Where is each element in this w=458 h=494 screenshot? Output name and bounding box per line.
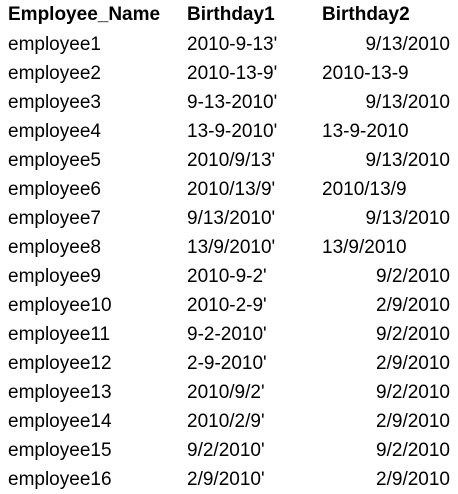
table-row: employee1 2010-9-13' 9/13/2010: [0, 30, 458, 59]
header-birthday1[interactable]: Birthday1: [187, 0, 275, 29]
header-employee-name[interactable]: Employee_Name: [8, 0, 160, 29]
table-row: employee8 13/9/2010' 13/9/2010: [0, 233, 458, 262]
cell-birthday1[interactable]: 2010/9/13': [187, 146, 275, 175]
cell-employee-name[interactable]: employee11: [8, 320, 110, 349]
cell-birthday2[interactable]: 13-9-2010: [322, 117, 450, 146]
cell-birthday1[interactable]: 2010/13/9': [187, 175, 275, 204]
cell-employee-name[interactable]: employee2: [8, 59, 101, 88]
cell-birthday2[interactable]: 13/9/2010: [322, 233, 450, 262]
cell-birthday1[interactable]: 9/13/2010': [187, 204, 275, 233]
cell-employee-name[interactable]: employee13: [8, 378, 112, 407]
cell-birthday1[interactable]: 2010-9-2': [187, 262, 267, 291]
header-row: Employee_Name Birthday1 Birthday2: [0, 0, 458, 29]
cell-birthday1[interactable]: 2/9/2010': [187, 465, 265, 494]
table-row: employee10 2010-2-9' 2/9/2010: [0, 291, 458, 320]
cell-birthday1[interactable]: 2010-13-9': [187, 59, 277, 88]
table-row: employee3 9-13-2010' 9/13/2010: [0, 88, 458, 117]
table-row: employee13 2010/9/2' 9/2/2010: [0, 378, 458, 407]
cell-employee-name[interactable]: employee8: [8, 233, 101, 262]
cell-birthday1[interactable]: 2010-2-9': [187, 291, 267, 320]
table-row: employee11 9-2-2010' 9/2/2010: [0, 320, 458, 349]
cell-employee-name[interactable]: employee4: [8, 117, 101, 146]
cell-birthday2[interactable]: 2010-13-9: [322, 59, 450, 88]
spreadsheet-table: Employee_Name Birthday1 Birthday2 employ…: [0, 0, 458, 494]
table-row: employee16 2/9/2010' 2/9/2010: [0, 465, 458, 494]
cell-birthday2[interactable]: 9/13/2010: [322, 88, 450, 117]
cell-birthday2[interactable]: 9/2/2010: [322, 378, 450, 407]
table-row: employee6 2010/13/9' 2010/13/9: [0, 175, 458, 204]
cell-birthday1[interactable]: 2010/9/2': [187, 378, 265, 407]
cell-birthday1[interactable]: 2010/2/9': [187, 407, 265, 436]
table-row: employee15 9/2/2010' 9/2/2010: [0, 436, 458, 465]
cell-birthday2[interactable]: 2/9/2010: [322, 349, 450, 378]
cell-employee-name[interactable]: employee5: [8, 146, 101, 175]
cell-employee-name[interactable]: employee1: [8, 30, 101, 59]
cell-birthday2[interactable]: 9/13/2010: [322, 204, 450, 233]
table-row: employee4 13-9-2010' 13-9-2010: [0, 117, 458, 146]
cell-birthday2[interactable]: 2010/13/9: [322, 175, 450, 204]
cell-employee-name[interactable]: employee6: [8, 175, 101, 204]
cell-birthday1[interactable]: 2-9-2010': [187, 349, 267, 378]
cell-birthday1[interactable]: 13-9-2010': [187, 117, 277, 146]
table-row: employee12 2-9-2010' 2/9/2010: [0, 349, 458, 378]
cell-employee-name[interactable]: employee7: [8, 204, 101, 233]
table-row: employee7 9/13/2010' 9/13/2010: [0, 204, 458, 233]
cell-employee-name[interactable]: employee10: [8, 291, 112, 320]
cell-employee-name[interactable]: employee15: [8, 436, 112, 465]
table-row: employee5 2010/9/13' 9/13/2010: [0, 146, 458, 175]
header-birthday2[interactable]: Birthday2: [322, 0, 450, 29]
cell-birthday2[interactable]: 2/9/2010: [322, 291, 450, 320]
cell-birthday2[interactable]: 9/2/2010: [322, 320, 450, 349]
cell-birthday2[interactable]: 9/2/2010: [322, 262, 450, 291]
cell-birthday2[interactable]: 9/13/2010: [322, 146, 450, 175]
cell-birthday2[interactable]: 9/13/2010: [322, 30, 450, 59]
cell-birthday1[interactable]: 9-2-2010': [187, 320, 267, 349]
cell-birthday1[interactable]: 9/2/2010': [187, 436, 265, 465]
cell-employee-name[interactable]: employee14: [8, 407, 112, 436]
cell-birthday1[interactable]: 13/9/2010': [187, 233, 275, 262]
cell-birthday1[interactable]: 2010-9-13': [187, 30, 277, 59]
cell-birthday2[interactable]: 9/2/2010: [322, 436, 450, 465]
table-row: employee2 2010-13-9' 2010-13-9: [0, 59, 458, 88]
cell-employee-name[interactable]: employee3: [8, 88, 101, 117]
cell-birthday1[interactable]: 9-13-2010': [187, 88, 277, 117]
cell-employee-name[interactable]: employee12: [8, 349, 112, 378]
cell-birthday2[interactable]: 2/9/2010: [322, 407, 450, 436]
cell-employee-name[interactable]: employee16: [8, 465, 112, 494]
table-row: employee14 2010/2/9' 2/9/2010: [0, 407, 458, 436]
cell-employee-name[interactable]: employee9: [8, 262, 101, 291]
cell-birthday2[interactable]: 2/9/2010: [322, 465, 450, 494]
table-row: employee9 2010-9-2' 9/2/2010: [0, 262, 458, 291]
